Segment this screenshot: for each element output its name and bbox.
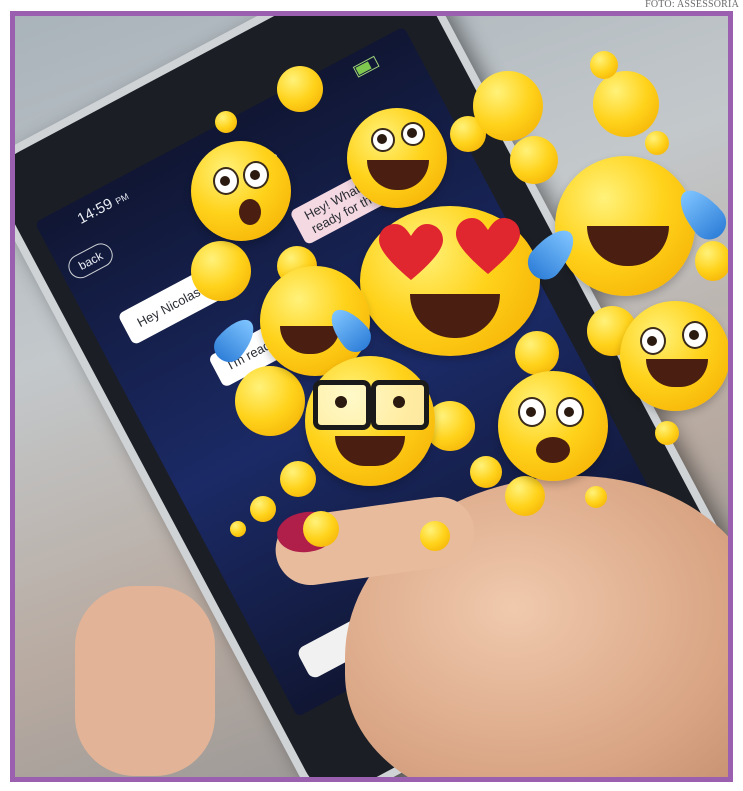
hand-fingers <box>75 586 215 776</box>
yellow-dot <box>303 511 339 547</box>
yellow-dot <box>277 66 323 112</box>
yellow-dot <box>593 71 659 137</box>
nerd-glasses-face-emoji <box>305 356 435 486</box>
yellow-dot <box>230 521 246 537</box>
astonished-face-emoji <box>498 371 608 481</box>
yellow-dot <box>191 241 251 301</box>
yellow-dot <box>473 71 543 141</box>
photo-scene: 14:59 PM back NICOLAS Hey Nicolas! Hey! … <box>15 16 728 777</box>
photo-frame: 14:59 PM back NICOLAS Hey Nicolas! Hey! … <box>10 11 733 782</box>
yellow-dot <box>695 241 728 281</box>
yellow-dot <box>235 366 305 436</box>
smiling-face-emoji <box>620 301 728 411</box>
yellow-dot <box>250 496 276 522</box>
yellow-dot <box>585 486 607 508</box>
photo-credit: FOTO: ASSESSORIA <box>645 0 739 10</box>
heart-icon <box>456 218 520 274</box>
status-time: 14:59 PM <box>75 187 132 228</box>
yellow-dot <box>510 136 558 184</box>
yellow-dot <box>215 111 237 133</box>
yellow-dot <box>590 51 618 79</box>
surprised-face-emoji <box>191 141 291 241</box>
heart-icon <box>379 224 443 280</box>
yellow-dot <box>470 456 502 488</box>
yellow-dot <box>515 331 559 375</box>
battery-icon <box>352 55 380 78</box>
heart-eyes-face-emoji <box>360 206 540 356</box>
tears-of-joy-face-emoji <box>555 156 695 296</box>
status-time-value: 14:59 <box>74 195 116 228</box>
status-time-suffix: PM <box>113 191 131 207</box>
yellow-dot <box>420 521 450 551</box>
yellow-dot <box>645 131 669 155</box>
yellow-dot <box>655 421 679 445</box>
yellow-dot <box>505 476 545 516</box>
grinning-face-emoji <box>347 108 447 208</box>
yellow-dot <box>280 461 316 497</box>
